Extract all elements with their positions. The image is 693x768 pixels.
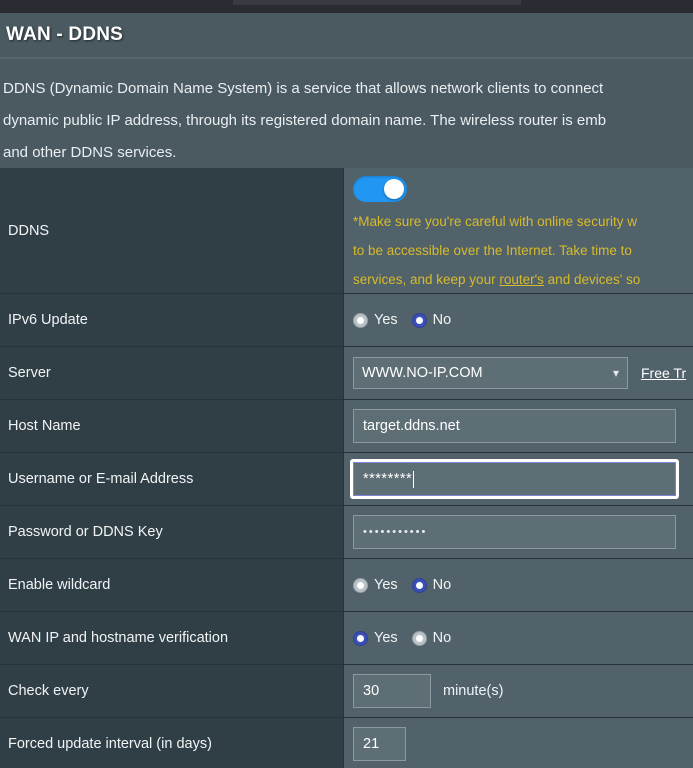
row-value-wildcard: Yes No <box>344 559 693 611</box>
radio-icon[interactable] <box>411 577 427 593</box>
table-row-check-every: Check every 30 minute(s) <box>0 665 693 718</box>
forced-update-input[interactable]: 21 <box>353 727 406 761</box>
ddns-enable-toggle[interactable] <box>353 176 407 202</box>
wan-verification-no-option[interactable]: No <box>411 630 452 646</box>
ipv6-update-radio-group: Yes No <box>353 312 458 328</box>
password-value: ••••••••••• <box>363 526 428 538</box>
row-label-ipv6-update: IPv6 Update <box>0 294 344 346</box>
radio-icon[interactable] <box>353 312 368 328</box>
ipv6-update-yes-option[interactable]: Yes <box>353 312 398 328</box>
server-select-value: WWW.NO-IP.COM <box>362 365 483 381</box>
row-label-wildcard: Enable wildcard <box>0 559 344 611</box>
row-value-check-every: 30 minute(s) <box>344 665 693 717</box>
table-row-ddns: DDNS *Make sure you're careful with onli… <box>0 168 693 294</box>
radio-label: Yes <box>374 312 398 328</box>
ipv6-update-no-option[interactable]: No <box>411 312 452 328</box>
warning-text-tail: and devices' so <box>543 272 641 287</box>
page-description: DDNS (Dynamic Domain Name System) is a s… <box>0 59 693 168</box>
password-input[interactable]: ••••••••••• <box>353 515 676 549</box>
username-value: ******** <box>363 471 413 487</box>
table-row-username: Username or E-mail Address ******** <box>0 453 693 506</box>
free-trial-link[interactable]: Free Tr <box>641 365 686 381</box>
row-label-forced-update: Forced update interval (in days) <box>0 718 344 768</box>
wan-verification-radio-group: Yes No <box>353 630 458 646</box>
description-line: dynamic public IP address, through its r… <box>3 112 607 129</box>
routers-link[interactable]: router's <box>499 272 544 287</box>
table-row-host-name: Host Name target.ddns.net <box>0 400 693 453</box>
chevron-down-icon: ▾ <box>612 366 619 380</box>
row-value-server: WWW.NO-IP.COM ▾ Free Tr <box>344 347 693 399</box>
row-label-server: Server <box>0 347 344 399</box>
host-name-input[interactable]: target.ddns.net <box>353 409 676 443</box>
row-label-check-every: Check every <box>0 665 344 717</box>
ddns-warning-line: to be accessible over the Internet. Take… <box>353 243 632 258</box>
ddns-form-table: DDNS *Make sure you're careful with onli… <box>0 168 693 768</box>
row-value-wan-verification: Yes No <box>344 612 693 664</box>
row-value-password: ••••••••••• <box>344 506 693 558</box>
warning-text-segment: services, and keep your <box>353 272 500 287</box>
radio-icon[interactable] <box>353 577 368 593</box>
username-input[interactable]: ******** <box>353 462 676 496</box>
text-cursor <box>413 470 415 488</box>
wildcard-yes-option[interactable]: Yes <box>353 577 398 593</box>
page-title: WAN - DDNS <box>6 24 124 45</box>
row-value-username: ******** <box>344 453 693 505</box>
row-label-password: Password or DDNS Key <box>0 506 344 558</box>
page-header: WAN - DDNS <box>0 13 693 57</box>
table-row-wildcard: Enable wildcard Yes No <box>0 559 693 612</box>
description-line: DDNS (Dynamic Domain Name System) is a s… <box>3 80 604 97</box>
wildcard-radio-group: Yes No <box>353 577 458 593</box>
table-row-wan-verification: WAN IP and hostname verification Yes No <box>0 612 693 665</box>
radio-label: No <box>432 312 452 328</box>
check-every-input[interactable]: 30 <box>353 674 431 708</box>
radio-label: No <box>432 577 452 593</box>
wan-verification-yes-option[interactable]: Yes <box>353 630 398 646</box>
table-row-forced-update: Forced update interval (in days) 21 <box>0 718 693 768</box>
wildcard-no-option[interactable]: No <box>411 577 452 593</box>
table-row-ipv6-update: IPv6 Update Yes No <box>0 294 693 347</box>
radio-label: Yes <box>374 577 398 593</box>
radio-label: Yes <box>374 630 398 646</box>
description-line: and other DDNS services. <box>3 144 177 161</box>
row-value-host-name: target.ddns.net <box>344 400 693 452</box>
row-value-ipv6-update: Yes No <box>344 294 693 346</box>
radio-icon[interactable] <box>353 630 368 646</box>
row-label-host-name: Host Name <box>0 400 344 452</box>
row-label-username: Username or E-mail Address <box>0 453 344 505</box>
ddns-warning-line: services, and keep your router's and dev… <box>353 265 640 293</box>
check-every-unit: minute(s) <box>443 683 504 699</box>
top-panel-edge <box>233 0 521 5</box>
radio-label: No <box>432 630 452 646</box>
browser-top-strip <box>0 0 693 13</box>
radio-icon[interactable] <box>411 312 427 328</box>
server-select[interactable]: WWW.NO-IP.COM ▾ <box>353 357 628 389</box>
table-row-server: Server WWW.NO-IP.COM ▾ Free Tr <box>0 347 693 400</box>
row-label-wan-verification: WAN IP and hostname verification <box>0 612 344 664</box>
toggle-knob <box>384 179 404 199</box>
username-focus-ring: ******** <box>350 459 679 499</box>
radio-icon[interactable] <box>411 630 427 646</box>
row-value-forced-update: 21 <box>344 718 693 768</box>
ddns-warning-line: *Make sure you're careful with online se… <box>353 214 637 229</box>
row-label-ddns: DDNS <box>0 168 344 293</box>
ddns-settings-page: WAN - DDNS DDNS (Dynamic Domain Name Sys… <box>0 0 693 768</box>
table-row-password: Password or DDNS Key ••••••••••• <box>0 506 693 559</box>
row-value-ddns: *Make sure you're careful with online se… <box>344 168 693 293</box>
